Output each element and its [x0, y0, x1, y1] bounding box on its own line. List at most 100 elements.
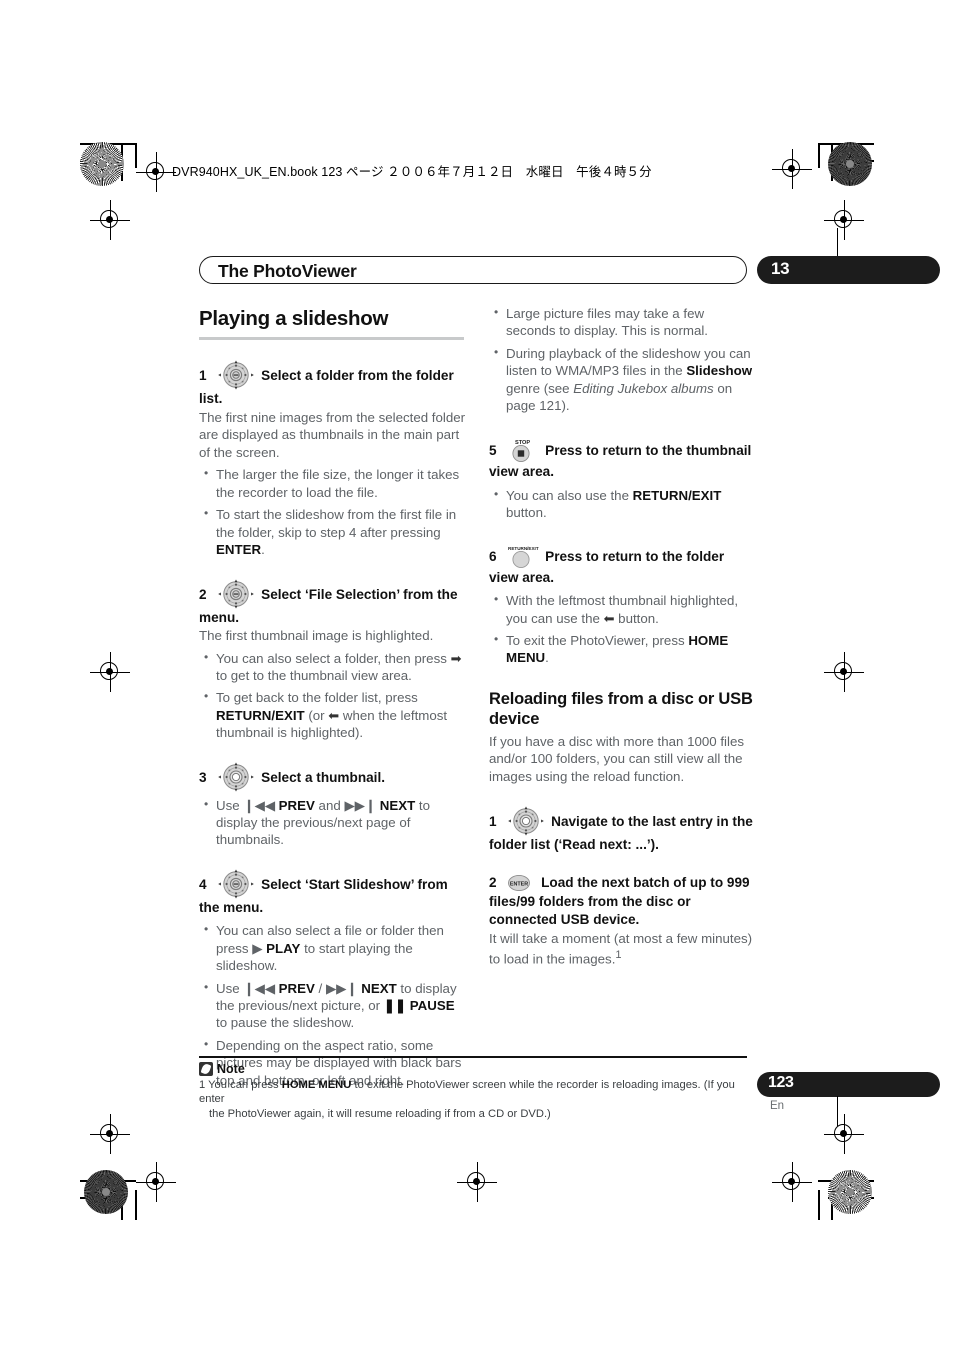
- key-home-menu: HOME MENU: [506, 633, 729, 666]
- list-item: Large picture files may take a few secon…: [489, 304, 756, 340]
- registration-mark-right-upper: [824, 200, 864, 240]
- halftone-patch-top-right: [828, 142, 872, 186]
- halftone-patch-top-left: [80, 142, 124, 186]
- right-column: Large picture files may take a few secon…: [489, 300, 756, 968]
- step-2: 2 Select ‘File Selection’ from the menu.: [199, 579, 466, 628]
- genre-slideshow: Slideshow: [686, 363, 753, 379]
- list-item: You can also use the RETURN/EXIT button.: [489, 486, 756, 522]
- step-6-bullets: With the leftmost thumbnail highlighted,…: [489, 591, 756, 667]
- footer-register-tick: [837, 1096, 838, 1126]
- registration-mark-right-middle: [824, 652, 864, 692]
- list-item: Use ❙◀◀ PREV / ▶▶❙ NEXT to display the p…: [199, 979, 466, 1032]
- arrow-right-icon: ➡: [450, 650, 462, 666]
- key-return-exit: RETURN/EXIT: [216, 707, 305, 723]
- crop-mark-bottom-right-v2: [818, 1190, 820, 1220]
- next-glyph-icon: ▶▶❙ NEXT: [325, 980, 397, 996]
- step-3-bullets: Use ❙◀◀ PREV and ▶▶❙ NEXT to display the…: [199, 796, 466, 849]
- list-item: To exit the PhotoViewer, press HOME MENU…: [489, 631, 756, 667]
- step-5-number: 5: [489, 443, 497, 459]
- step-1-bullets: The larger the file size, the longer it …: [199, 465, 466, 558]
- step-2-follow: The first thumbnail image is highlighted…: [199, 628, 434, 643]
- list-item: To start the slideshow from the first fi…: [199, 505, 466, 558]
- step-2-bullets: You can also select a folder, then press…: [199, 649, 466, 742]
- dpad-enter-icon: [217, 579, 255, 609]
- dpad-icon: [507, 806, 545, 836]
- crop-mark-bottom-left-v2: [135, 1190, 137, 1220]
- registration-mark-bottom-left: [136, 1162, 176, 1202]
- play-glyph-icon: ▶ PLAY: [252, 940, 301, 956]
- cross-reference: Editing Jukebox albums: [573, 380, 714, 396]
- list-item: Use ❙◀◀ PREV and ▶▶❙ NEXT to display the…: [199, 796, 466, 849]
- note-block: Note 1 You can press HOME MENU to exit t…: [199, 1056, 747, 1121]
- language-code: En: [770, 1100, 785, 1112]
- reload-step-2-follow: It will take a moment (at most a few min…: [489, 930, 753, 967]
- dpad-enter-icon: [217, 360, 255, 390]
- note-divider: [199, 1056, 747, 1059]
- footer-page-pill: 123: [757, 1072, 940, 1097]
- step-3-heading: Select a thumbnail.: [261, 769, 386, 785]
- list-item: To get back to the folder list, press RE…: [199, 688, 466, 741]
- stop-button-icon: STOP: [505, 436, 539, 463]
- registration-mark-top-right: [772, 149, 812, 189]
- reload-step-2: 2 ENTER Load the next batch of up to 999…: [489, 874, 756, 930]
- key-return-exit: RETURN/EXIT: [632, 487, 722, 503]
- list-item: During playback of the slideshow you can…: [489, 344, 756, 415]
- subsection-body: If you have a disc with more than 1000 f…: [489, 733, 744, 785]
- list-item: The larger the file size, the longer it …: [199, 465, 466, 501]
- step-3: 3 Select a thumbnail.: [199, 762, 466, 792]
- registration-mark-bottom-right: [772, 1162, 812, 1202]
- step-5-bullets: You can also use the RETURN/EXIT button.: [489, 486, 756, 522]
- registration-mark-bottom-center: [457, 1162, 497, 1202]
- prev-glyph-icon: ❙◀◀ PREV: [243, 797, 315, 813]
- registration-mark-right-lower: [824, 1114, 864, 1154]
- list-item: With the leftmost thumbnail highlighted,…: [489, 591, 756, 627]
- svg-text:ENTER: ENTER: [510, 881, 528, 887]
- halftone-patch-bottom-right: [828, 1170, 872, 1214]
- enter-button-icon: ENTER: [504, 874, 534, 892]
- step-5: 5 STOP Press to return to the thumbnail …: [489, 436, 756, 482]
- pause-glyph-icon: ❚❚ PAUSE: [383, 997, 455, 1013]
- return-exit-button-icon: RETURN/EXIT: [505, 542, 539, 569]
- step-6-number: 6: [489, 548, 497, 564]
- key-enter: ENTER: [216, 542, 262, 558]
- title-underline: [199, 337, 464, 341]
- reload-step-1: 1 Navigate to the last entry in the fold…: [489, 806, 756, 855]
- page-title: Playing a slideshow: [199, 307, 389, 330]
- note-text: 1 You can press HOME MENU to exit the Ph…: [199, 1078, 747, 1121]
- note-pencil-icon: [199, 1062, 213, 1077]
- intro-bullets: Large picture files may take a few secon…: [489, 304, 756, 415]
- crop-mark-top-right-v2: [818, 143, 820, 168]
- dpad-icon: [217, 762, 255, 792]
- next-glyph-icon: ▶▶❙ NEXT: [344, 797, 416, 813]
- dpad-enter-icon: [217, 869, 255, 899]
- step-4: 4 Select ‘Start Slideshow’ from the menu…: [199, 869, 466, 918]
- step-2-number: 2: [199, 586, 207, 602]
- page-number: 123: [768, 1074, 794, 1091]
- registration-mark-left-middle: [90, 652, 130, 692]
- note-line1-pre: 1 You can press: [199, 1079, 282, 1092]
- step-4-number: 4: [199, 876, 207, 892]
- reload-step-2-number: 2: [489, 875, 497, 891]
- chapter-header-bar: The PhotoViewer: [199, 256, 747, 284]
- note-label: Note: [217, 1062, 245, 1077]
- left-column: Playing a slideshow 1 Select a folder fr…: [199, 300, 466, 1089]
- note-line2: the PhotoViewer again, it will resume re…: [209, 1107, 551, 1120]
- subsection-title: Reloading files from a disc or USB devic…: [489, 689, 753, 729]
- step-1-number: 1: [199, 368, 207, 384]
- footnote-ref-1: 1: [615, 949, 622, 962]
- svg-text:STOP: STOP: [515, 440, 530, 446]
- svg-text:RETURN/EXIT: RETURN/EXIT: [508, 546, 539, 551]
- list-item: You can also select a folder, then press…: [199, 649, 466, 685]
- note-line1-bold: HOME MENU: [281, 1079, 352, 1092]
- registration-mark-top-left: [136, 152, 176, 192]
- step-6: 6 RETURN/EXIT Press to return to the fol…: [489, 542, 756, 588]
- registration-mark-left-upper: [90, 200, 130, 240]
- list-item: You can also select a file or folder the…: [199, 921, 466, 974]
- book-file-header: DVR940HX_UK_EN.book 123 ページ ２００６年７月１２日 水…: [172, 165, 652, 179]
- arrow-left-icon: ⬅: [328, 707, 340, 723]
- halftone-patch-bottom-left: [84, 1170, 128, 1214]
- chapter-number: 13: [771, 259, 790, 278]
- crop-mark-top-left-v2: [135, 143, 137, 168]
- step-1: 1 Select a folder from the folder list.: [199, 360, 466, 409]
- step-1-follow: The first nine images from the selected …: [199, 409, 466, 460]
